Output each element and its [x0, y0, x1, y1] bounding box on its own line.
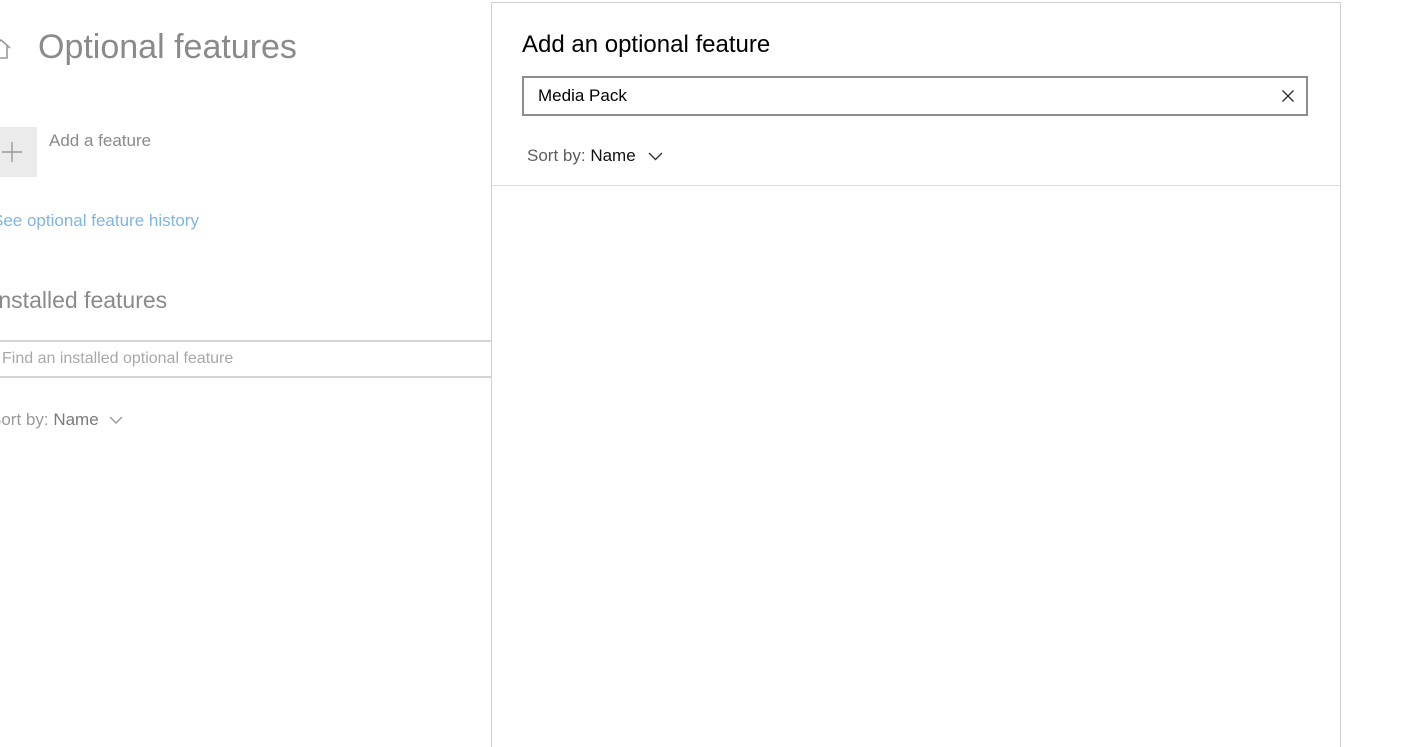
- page-title: Optional features: [38, 28, 297, 66]
- installed-search-box: [0, 340, 492, 378]
- add-feature-button[interactable]: [0, 127, 37, 177]
- settings-window: Optional features Add a feature See opti…: [0, 0, 1401, 747]
- sort-label: Sort by:: [527, 146, 586, 165]
- plus-icon: [2, 142, 22, 162]
- sort-label: Sort by:: [0, 410, 49, 429]
- feature-history-link[interactable]: See optional feature history: [0, 211, 199, 231]
- home-icon[interactable]: [0, 37, 12, 61]
- feature-search-input[interactable]: [524, 78, 1278, 114]
- installed-features-heading: Installed features: [0, 287, 168, 313]
- optional-features-page: Optional features Add a feature See opti…: [0, 0, 492, 747]
- search-results-list: [492, 186, 1340, 747]
- dialog-sort-dropdown[interactable]: Sort by: Name: [527, 146, 663, 166]
- installed-sort-dropdown[interactable]: Sort by: Name: [0, 410, 123, 430]
- sort-value: Name: [590, 146, 636, 165]
- add-feature-label[interactable]: Add a feature: [49, 131, 151, 151]
- dialog-title: Add an optional feature: [522, 31, 771, 58]
- feature-search-box: [522, 76, 1308, 116]
- add-optional-feature-dialog: Add an optional feature Sort by: Name: [491, 2, 1341, 747]
- chevron-down-icon: [109, 416, 123, 425]
- installed-search-input[interactable]: [0, 342, 482, 376]
- chevron-down-icon: [648, 152, 663, 161]
- sort-value: Name: [53, 410, 99, 429]
- clear-search-button[interactable]: [1278, 86, 1298, 106]
- close-icon: [1282, 90, 1294, 102]
